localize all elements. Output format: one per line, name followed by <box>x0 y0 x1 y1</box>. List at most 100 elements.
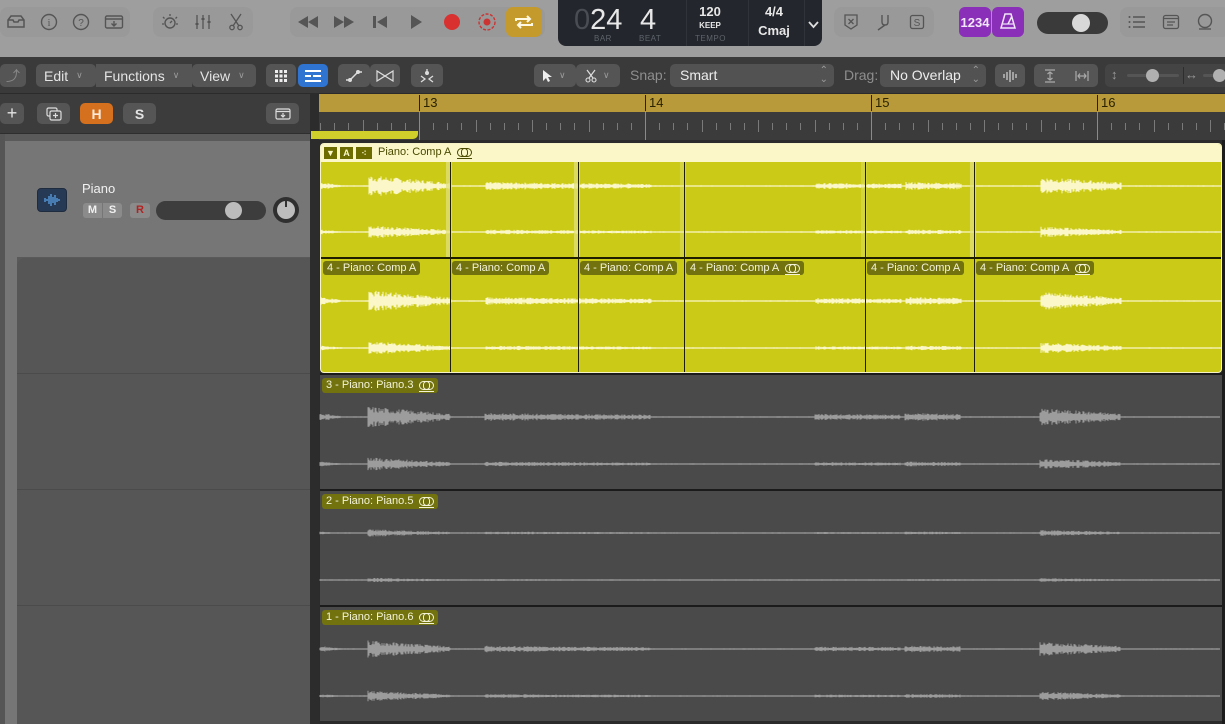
flex-button[interactable] <box>370 64 400 87</box>
add-track-button[interactable]: + <box>0 103 24 124</box>
help-icon[interactable]: ? <box>65 7 98 37</box>
lcd-menu-chevron-icon[interactable] <box>808 16 819 34</box>
take-waveform <box>319 407 1220 471</box>
comp-crossfade[interactable] <box>446 162 452 257</box>
solo-button[interactable]: S <box>103 203 122 218</box>
take-label[interactable]: 2 - Piano: Piano.5 <box>322 494 439 509</box>
take-segment-label[interactable]: 4 - Piano: Comp A <box>686 261 805 275</box>
comp-crossfade[interactable] <box>680 162 686 257</box>
import-button[interactable] <box>266 103 299 124</box>
low-latency-toggle[interactable] <box>1037 12 1108 34</box>
vertical-zoom-knob[interactable] <box>1146 69 1159 82</box>
ruler-tick <box>475 120 477 132</box>
automation-button[interactable] <box>338 64 370 87</box>
rewind-icon[interactable] <box>290 7 326 37</box>
take-label[interactable]: 1 - Piano: Piano.6 <box>322 610 439 625</box>
ruler-bar-numbers[interactable]: 13 14 15 16 <box>319 94 1225 112</box>
take-label[interactable]: 3 - Piano: Piano.3 <box>322 378 439 393</box>
vertical-fit-icon[interactable] <box>1034 68 1066 83</box>
record-icon[interactable] <box>434 7 470 37</box>
tuner-icon[interactable] <box>867 7 900 37</box>
pan-knob[interactable] <box>273 197 299 223</box>
ruler-bar-14[interactable]: 14 <box>645 95 663 111</box>
duplicate-track-button[interactable] <box>37 103 70 124</box>
record-enable-button[interactable]: R <box>130 203 150 218</box>
take-segment-label[interactable]: 4 - Piano: Comp A <box>452 261 550 275</box>
comp-crossfade[interactable] <box>861 162 867 257</box>
horizontal-zoom-knob[interactable] <box>1213 69 1225 82</box>
fast-forward-icon[interactable] <box>326 7 362 37</box>
waveform-zoom-icon <box>1003 69 1017 82</box>
track-header-piano[interactable]: Piano M S R <box>5 141 310 257</box>
play-icon[interactable] <box>398 7 434 37</box>
quick-swipe-button[interactable] <box>411 64 443 87</box>
go-to-start-icon[interactable] <box>362 7 398 37</box>
grid-icon <box>275 69 287 82</box>
download-icon[interactable] <box>98 7 131 37</box>
lcd-tempo[interactable]: 120 <box>686 4 734 19</box>
snap-select[interactable]: Smart ⌃ ⌄ <box>670 64 834 87</box>
info-icon[interactable]: i <box>33 7 66 37</box>
solo-icon[interactable]: S <box>901 7 934 37</box>
comp-crossfade[interactable] <box>970 162 976 257</box>
ruler-tick <box>969 123 971 130</box>
track-view-button[interactable] <box>298 64 328 87</box>
lcd-display[interactable]: 024 4 BAR BEAT 120 KEEP TEMPO 4/4 Cmaj <box>558 0 822 46</box>
waveform-channel <box>320 290 1221 312</box>
volume-knob[interactable] <box>224 202 242 219</box>
take-lane[interactable]: 3 - Piano: Piano.3 <box>319 373 1222 489</box>
left-click-tool[interactable]: ∨ <box>534 64 576 87</box>
notepad-icon[interactable] <box>1154 7 1188 37</box>
waveform-channel <box>319 407 1220 427</box>
mute-button[interactable]: M <box>83 203 102 218</box>
comp-segment-divider <box>578 162 579 257</box>
hide-button[interactable]: H <box>80 103 113 124</box>
volume-slider[interactable] <box>156 201 266 220</box>
metronome-button[interactable] <box>992 7 1024 37</box>
comp-region[interactable]: ▼ A ⁖ Piano: Comp A 4 - Piano: Comp A4 -… <box>320 143 1222 373</box>
editors-scissors-icon[interactable] <box>220 7 253 37</box>
functions-menu[interactable]: Functions ∨ <box>96 64 192 87</box>
ruler-bar-15[interactable]: 15 <box>871 95 889 111</box>
cycle-icon[interactable] <box>506 7 542 37</box>
track-list-icon <box>305 69 321 82</box>
take-lane[interactable]: 2 - Piano: Piano.5 <box>319 489 1222 605</box>
mixer-icon[interactable] <box>186 7 219 37</box>
loops-icon[interactable] <box>1188 7 1222 37</box>
list-editors-icon[interactable] <box>1120 7 1154 37</box>
take-lane[interactable]: 1 - Piano: Piano.6 <box>319 605 1222 721</box>
lcd-key[interactable]: Cmaj <box>748 23 800 38</box>
horizontal-fit-icon[interactable] <box>1066 70 1098 82</box>
ruler-tick <box>743 123 745 130</box>
ruler-bar-16[interactable]: 16 <box>1097 95 1115 111</box>
track-name[interactable]: Piano <box>82 181 115 196</box>
comp-crossfade[interactable] <box>574 162 580 257</box>
global-solo-button[interactable]: S <box>123 103 156 124</box>
ruler-tick <box>899 123 901 130</box>
lcd-time-signature[interactable]: 4/4 <box>748 4 800 19</box>
drag-select[interactable]: No Overlap ⌃ ⌄ <box>880 64 986 87</box>
take-segment-label[interactable]: 4 - Piano: Comp A <box>323 261 421 275</box>
take-segment-label[interactable]: 4 - Piano: Comp A <box>867 261 965 275</box>
cycle-region[interactable] <box>311 131 418 139</box>
catch-icon[interactable]: ⤴ <box>0 64 26 87</box>
take-segment-label[interactable]: 4 - Piano: Comp A <box>580 261 678 275</box>
waveform-zoom-button[interactable] <box>995 64 1025 87</box>
edit-menu[interactable]: Edit ∨ <box>36 64 96 87</box>
capture-record-icon[interactable] <box>470 7 504 37</box>
replace-icon[interactable] <box>834 7 867 37</box>
take-segment-label[interactable]: 4 - Piano: Comp A <box>976 261 1095 275</box>
ruler-tick <box>729 123 731 130</box>
ruler-ticks[interactable] <box>319 112 1225 140</box>
view-menu[interactable]: View ∨ <box>192 64 256 87</box>
ruler-tick <box>602 123 604 130</box>
smart-controls-icon[interactable] <box>153 7 186 37</box>
ruler-bar-13[interactable]: 13 <box>419 95 437 111</box>
command-click-tool[interactable]: ∨ <box>576 64 620 87</box>
library-icon[interactable] <box>0 7 33 37</box>
grid-view-button[interactable] <box>266 64 296 87</box>
ruler-tick <box>998 123 1000 130</box>
count-in-button[interactable]: 1234 <box>959 7 991 37</box>
lcd-tempo-mode: KEEP <box>699 21 721 30</box>
lcd-bar-label: BAR <box>594 34 612 43</box>
